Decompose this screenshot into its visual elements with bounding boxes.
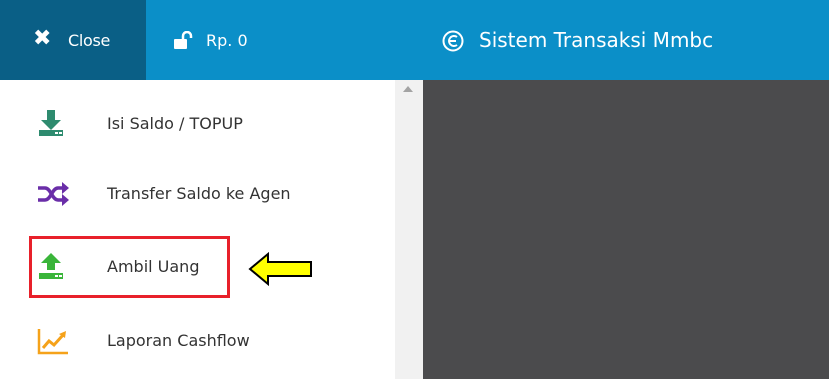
scroll-up-arrow-icon[interactable] [403, 86, 413, 92]
download-tray-icon [39, 110, 63, 136]
unlock-icon [174, 31, 193, 49]
top-bar: ✖ Close Rp. 0 Sistem Transaksi Mmbc [0, 0, 829, 80]
menu-item-label: Isi Saldo / TOPUP [107, 114, 243, 133]
highlight-box-annotation [29, 236, 230, 298]
menu-item-isi-saldo[interactable]: Isi Saldo / TOPUP [0, 101, 395, 149]
sidebar-scrollbar[interactable] [395, 80, 423, 379]
menu-item-label: Laporan Cashflow [107, 331, 250, 350]
content-area [423, 80, 829, 379]
menu-item-laporan-cashflow[interactable]: Laporan Cashflow [0, 318, 395, 366]
line-chart-icon [37, 329, 68, 355]
menu-item-transfer-saldo[interactable]: Transfer Saldo ke Agen [0, 171, 395, 219]
close-label: Close [68, 31, 111, 50]
balance-value: Rp. 0 [206, 31, 248, 50]
shuffle-icon [38, 182, 69, 206]
app-logo-icon [442, 30, 464, 52]
menu-item-label: Transfer Saldo ke Agen [107, 184, 291, 203]
close-icon: ✖ [33, 26, 52, 51]
app-title-text: Sistem Transaksi Mmbc [479, 28, 714, 52]
pointer-arrow-annotation [248, 252, 312, 286]
close-button[interactable]: ✖ Close [0, 0, 146, 80]
